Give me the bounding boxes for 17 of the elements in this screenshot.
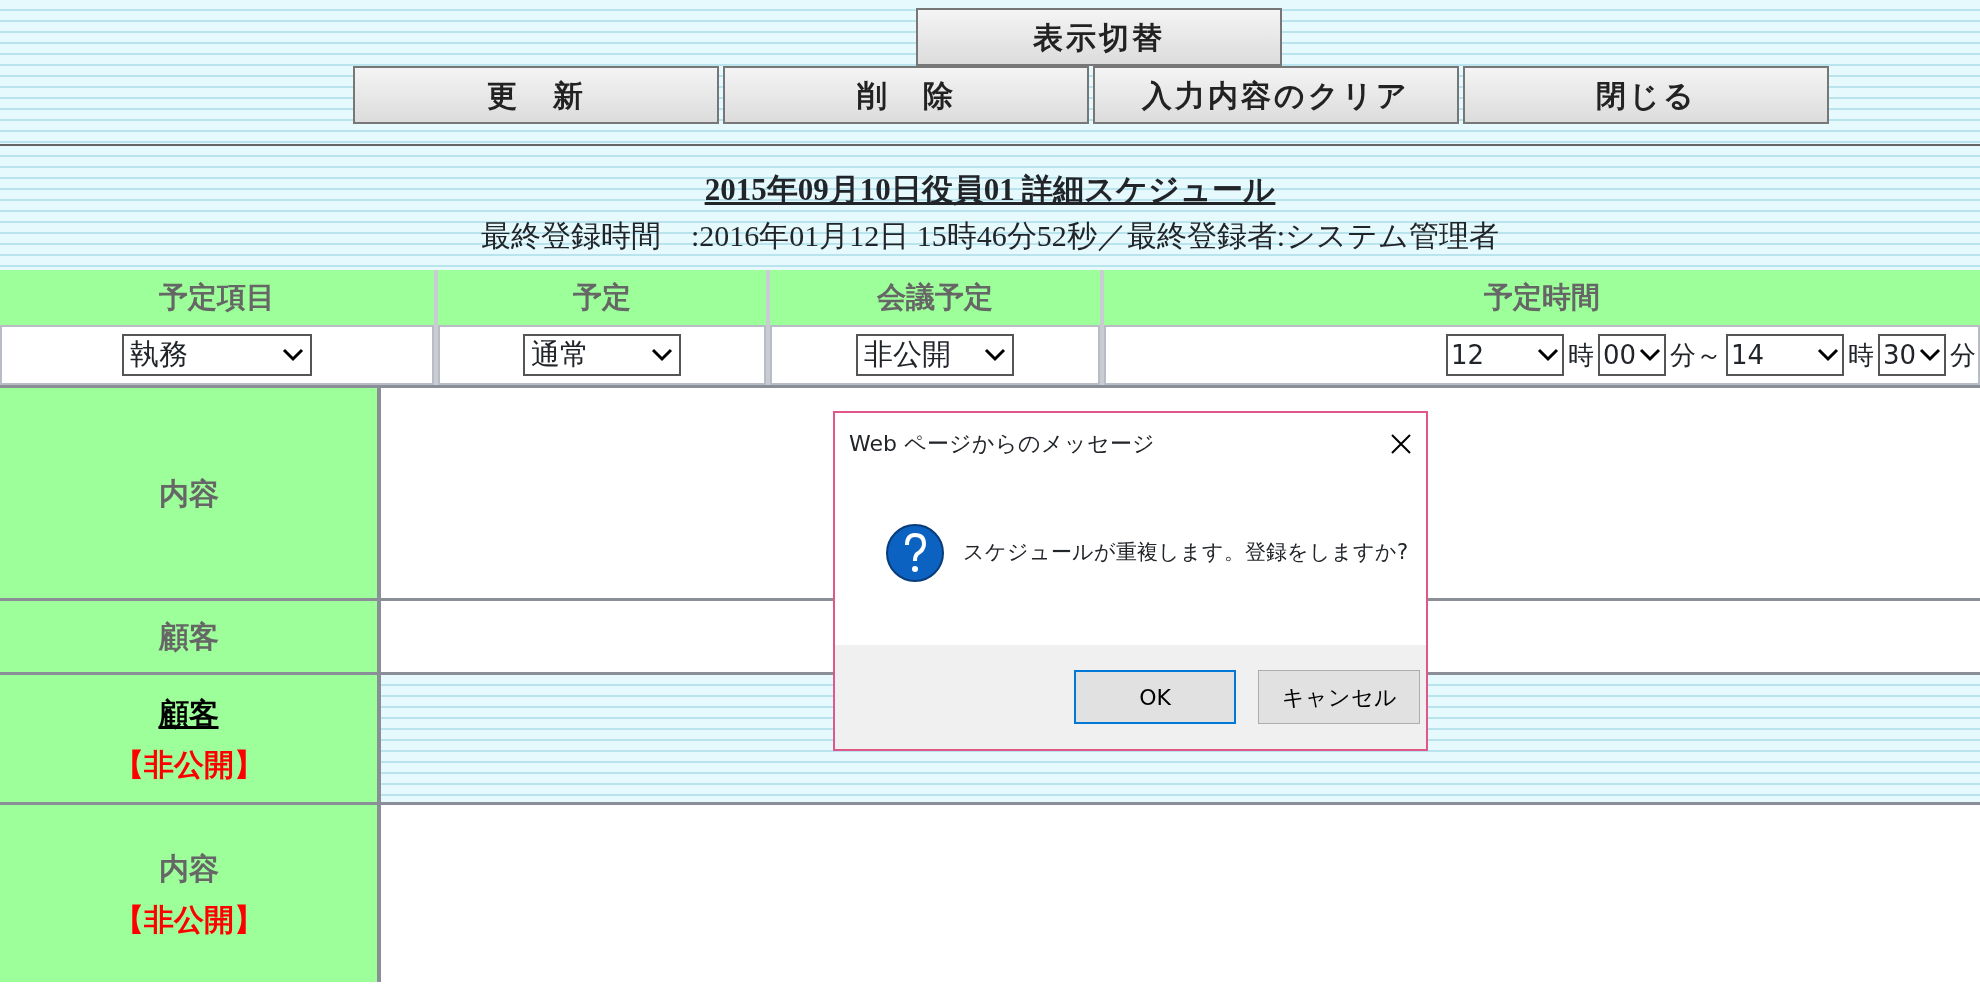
time-unit-label: 時 [1568, 338, 1594, 372]
private-note: 【非公開】 [113, 900, 264, 939]
column-header: 予定 [438, 270, 766, 325]
column-header: 会議予定 [770, 270, 1100, 325]
field-label: 顧客 [158, 618, 219, 656]
column-header: 予定項目 [0, 270, 434, 325]
field-label: 内容 [158, 849, 219, 888]
private-note: 【非公開】 [113, 745, 264, 784]
field-label: 内容 [158, 474, 219, 513]
schedule-title: 2015年09月10日役員01 詳細スケジュール [704, 171, 1276, 209]
dialog-title: Web ページからのメッセージ [849, 430, 1155, 458]
time-unit-label: 分～ [1670, 338, 1722, 372]
time-unit-label: 時 [1848, 338, 1874, 372]
last-registered-info: 最終登録時間 :2016年01月12日 15時46分52秒／最終登録者:システム管理者 [479, 218, 1501, 255]
dialog-message: スケジュールが重複します。登録をしますか? [963, 538, 1409, 566]
time-unit-label: 分 [1950, 338, 1976, 372]
column-header: 予定時間 [1104, 270, 1980, 325]
